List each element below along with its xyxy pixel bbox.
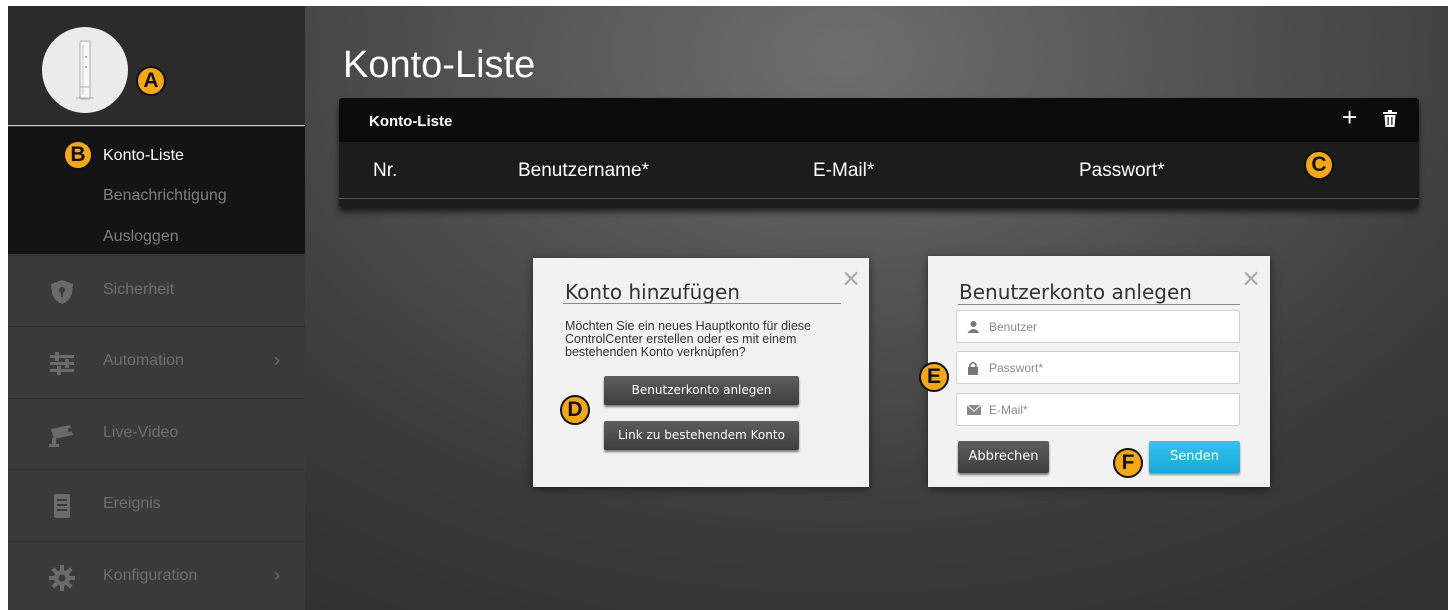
add-account-dialog: Konto hinzufügen × Möchten Sie ein neues… <box>533 258 869 487</box>
sidebar-item-label: Automation <box>103 352 184 369</box>
sidebar-item-automation[interactable]: Automation › <box>8 326 305 396</box>
sidebar-item-konfiguration[interactable]: Konfiguration › <box>8 541 305 610</box>
panel-header: Konto-Liste + <box>339 98 1419 142</box>
envelope-icon <box>967 405 981 415</box>
callout-badge-f: F <box>1113 448 1143 478</box>
sidebar-item-ereignis[interactable]: Ereignis <box>8 469 305 539</box>
dialog-title: Benutzerkonto anlegen <box>959 280 1192 304</box>
account-submenu: B Konto-Liste Benachrichtigung Ausloggen <box>8 127 305 254</box>
submenu-item-konto-liste[interactable]: Konto-Liste <box>103 147 184 165</box>
create-account-dialog: Benutzerkonto anlegen × Benutzer Passwor… <box>919 256 1270 487</box>
gear-icon <box>49 565 75 591</box>
divider <box>958 304 1240 305</box>
column-header-email: E-Mail* <box>813 160 875 181</box>
callout-badge-c: C <box>1304 150 1334 180</box>
email-field[interactable]: E-Mail* <box>956 393 1240 426</box>
callout-badge-b: B <box>63 140 93 170</box>
list-icon <box>54 494 70 518</box>
sidebar-item-live-video[interactable]: Live-Video <box>8 398 305 468</box>
sidebar-item-label: Ereignis <box>103 495 161 512</box>
trash-icon[interactable] <box>1383 110 1397 127</box>
shield-icon <box>51 280 73 304</box>
column-header-nr: Nr. <box>373 160 398 181</box>
sidebar-item-label: Konfiguration <box>103 567 198 584</box>
page-title: Konto-Liste <box>343 44 536 86</box>
sidebar: A B Konto-Liste Benachrichtigung Auslogg… <box>8 6 305 610</box>
password-field[interactable]: Passwort* <box>956 351 1240 384</box>
create-account-button[interactable]: Benutzerkonto anlegen <box>604 376 799 405</box>
cancel-button[interactable]: Abbrechen <box>958 441 1049 473</box>
sliders-icon <box>50 352 74 375</box>
app-window: A B Konto-Liste Benachrichtigung Auslogg… <box>8 6 1448 610</box>
message-line: bestehenden Konto verknüpfen? <box>565 345 746 359</box>
link-existing-account-button[interactable]: Link zu bestehendem Konto <box>604 421 799 450</box>
username-placeholder: Benutzer <box>989 320 1038 334</box>
callout-badge-e: E <box>919 362 949 392</box>
callout-badge-d: D <box>560 395 590 425</box>
sidebar-item-label: Sicherheit <box>103 281 175 298</box>
callout-badge-a: A <box>136 66 166 96</box>
camera-icon <box>49 425 73 447</box>
password-placeholder: Passwort* <box>989 361 1044 375</box>
sidebar-header: A <box>8 6 305 126</box>
lock-icon <box>968 361 978 375</box>
add-icon[interactable]: + <box>1342 104 1357 130</box>
close-icon[interactable]: × <box>841 266 861 290</box>
email-placeholder: E-Mail* <box>989 403 1028 417</box>
send-button[interactable]: Senden <box>1149 441 1240 473</box>
dialog-message: Möchten Sie ein neues Hauptkonto für die… <box>565 320 855 359</box>
device-avatar[interactable] <box>42 27 128 113</box>
sidebar-item-label: Live-Video <box>103 424 179 441</box>
chevron-right-icon: › <box>274 565 280 585</box>
divider <box>563 303 841 304</box>
sidebar-item-sicherheit[interactable]: Sicherheit <box>8 255 305 325</box>
account-list-panel: Konto-Liste + Nr. Benutzername* E-Mail* … <box>339 98 1419 208</box>
close-icon[interactable]: × <box>1241 266 1261 290</box>
column-header-passwort: Passwort* <box>1079 160 1165 181</box>
chevron-right-icon: › <box>274 350 280 370</box>
column-header-benutzername: Benutzername* <box>518 160 649 181</box>
divider <box>339 198 1419 199</box>
username-field[interactable]: Benutzer <box>956 310 1240 343</box>
dialog-title: Konto hinzufügen <box>565 280 740 304</box>
user-icon <box>967 321 980 333</box>
device-icon <box>76 40 94 100</box>
submenu-item-benachrichtigung[interactable]: Benachrichtigung <box>103 187 227 205</box>
submenu-item-ausloggen[interactable]: Ausloggen <box>103 228 179 246</box>
panel-title: Konto-Liste <box>369 113 453 130</box>
